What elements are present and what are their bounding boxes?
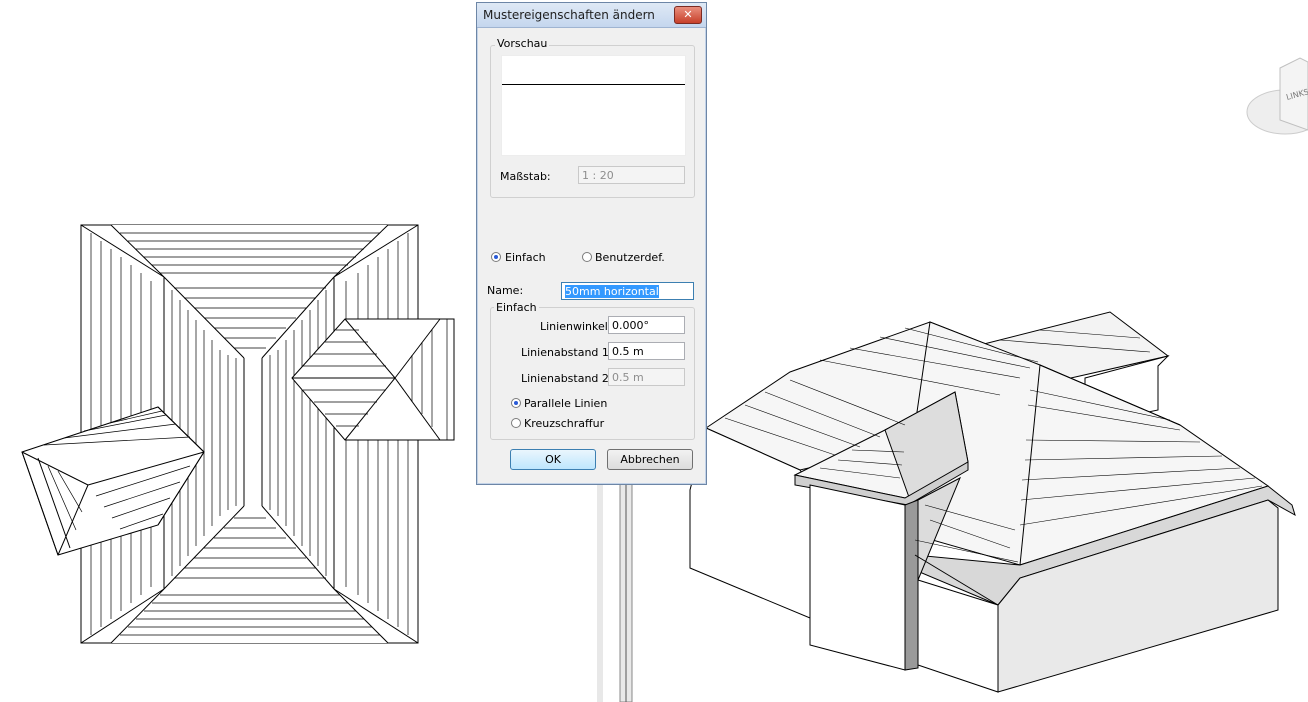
scale-field: 1 : 20 xyxy=(578,166,685,184)
parallel-lines-label[interactable]: Parallele Linien xyxy=(524,397,607,410)
name-input-value: 50mm horizontal xyxy=(565,285,659,298)
spacing1-input[interactable]: 0.5 m xyxy=(608,342,685,360)
crosshatch-radio[interactable] xyxy=(511,418,521,428)
simple-group-label: Einfach xyxy=(494,301,539,314)
type-custom-radio[interactable] xyxy=(582,252,592,262)
parallel-lines-radio[interactable] xyxy=(511,398,521,408)
close-button[interactable]: ✕ xyxy=(674,6,702,24)
viewport-separator xyxy=(597,484,603,702)
spacing2-label: Linienabstand 2: xyxy=(521,372,613,385)
dialog-title: Mustereigenschaften ändern xyxy=(483,8,655,22)
cancel-button[interactable]: Abbrechen xyxy=(607,449,693,470)
viewcube[interactable]: LINKS xyxy=(1246,57,1308,135)
crosshatch-label[interactable]: Kreuzschraffur xyxy=(524,417,604,430)
dialog-titlebar[interactable]: Mustereigenschaften ändern ✕ xyxy=(477,3,706,28)
pattern-preview xyxy=(501,55,686,156)
roof-plan-view xyxy=(21,224,455,644)
spacing2-input: 0.5 m xyxy=(608,368,685,386)
type-simple-label[interactable]: Einfach xyxy=(505,251,546,264)
close-icon: ✕ xyxy=(683,8,693,21)
type-custom-label[interactable]: Benutzerdef. xyxy=(595,251,665,264)
angle-label: Linienwinkel: xyxy=(540,320,612,333)
name-input[interactable]: 50mm horizontal xyxy=(561,282,694,300)
angle-input[interactable]: 0.000° xyxy=(608,316,685,334)
type-simple-radio[interactable] xyxy=(491,252,501,262)
pattern-properties-dialog: Mustereigenschaften ändern ✕ Vorschau Ma… xyxy=(476,2,707,485)
spacing1-label: Linienabstand 1: xyxy=(521,346,613,359)
ok-button[interactable]: OK xyxy=(510,449,596,470)
preview-group-label: Vorschau xyxy=(495,37,550,50)
roof-3d-view xyxy=(689,311,1296,693)
scale-label: Maßstab: xyxy=(500,170,551,183)
name-label: Name: xyxy=(487,284,524,297)
